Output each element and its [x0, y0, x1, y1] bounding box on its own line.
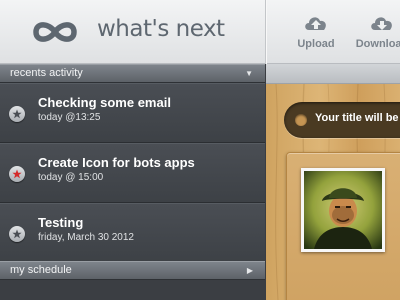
- download-label: Download: [355, 38, 400, 50]
- board-panel: Your title will be here: [266, 64, 400, 300]
- board-title: Your title will be here: [315, 112, 400, 124]
- chevron-down-icon: ▼: [245, 69, 253, 78]
- list-item[interactable]: Checking some email today @13:25: [0, 83, 265, 143]
- star-icon[interactable]: [9, 106, 25, 122]
- star-icon[interactable]: [9, 166, 25, 182]
- schedule-header-label: my schedule: [10, 264, 72, 276]
- star-icon[interactable]: [9, 226, 25, 242]
- item-time: today @ 15:00: [38, 172, 104, 183]
- cloud-upload-icon: [305, 17, 326, 30]
- recents-header-label: recents activity: [10, 67, 83, 79]
- list-item[interactable]: Testing friday, March 30 2012: [0, 203, 265, 263]
- download-button[interactable]: Download: [352, 12, 400, 56]
- app-title: what's next: [97, 16, 225, 42]
- item-time: today @13:25: [38, 112, 101, 123]
- header-divider: [265, 0, 266, 64]
- board-toolbar-strip: [266, 64, 400, 84]
- upload-label: Upload: [297, 38, 335, 50]
- title-dot: [295, 114, 307, 126]
- list-item[interactable]: Create Icon for bots apps today @ 15:00: [0, 143, 265, 203]
- upload-button[interactable]: Upload: [286, 12, 346, 56]
- item-time: friday, March 30 2012: [38, 232, 134, 243]
- left-panel: recents activity ▼ Checking some email t…: [0, 64, 265, 300]
- recents-header[interactable]: recents activity ▼: [0, 64, 265, 83]
- app-header: what's next Upload Download: [0, 0, 400, 64]
- brand: what's next: [0, 0, 265, 64]
- item-title: Create Icon for bots apps: [38, 155, 195, 170]
- item-title: Checking some email: [38, 95, 171, 110]
- profile-photo[interactable]: [301, 168, 385, 252]
- item-title: Testing: [38, 215, 84, 230]
- schedule-header[interactable]: my schedule ▶: [0, 261, 265, 280]
- board-title-field[interactable]: Your title will be here: [284, 102, 400, 138]
- infinity-icon: [33, 22, 77, 42]
- cloud-download-icon: [371, 17, 392, 30]
- chevron-right-icon: ▶: [246, 266, 253, 275]
- profile-photo-image: [304, 171, 382, 249]
- photo-card: [286, 152, 400, 300]
